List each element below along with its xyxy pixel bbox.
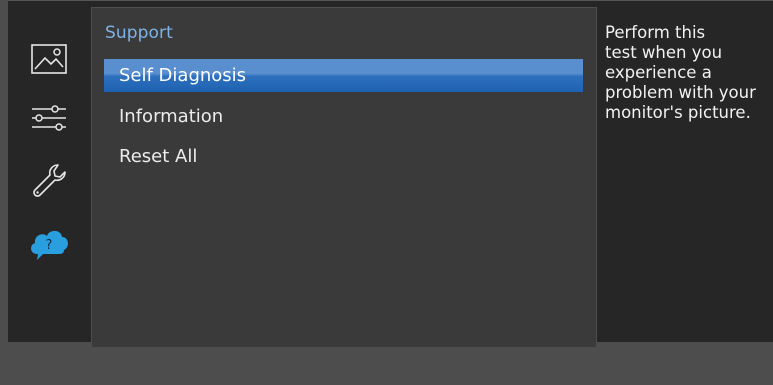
menu-item-self-diagnosis[interactable]: Self Diagnosis bbox=[104, 59, 583, 92]
support-cloud-icon[interactable]: ? bbox=[26, 223, 72, 263]
support-badge: ? bbox=[46, 238, 53, 253]
sidebar: ? bbox=[8, 0, 91, 341]
support-menu-panel: Support Self Diagnosis Information Reset… bbox=[91, 7, 597, 347]
panel-title: Support bbox=[105, 23, 173, 43]
menu-item-label: Self Diagnosis bbox=[119, 65, 247, 86]
picture-icon[interactable] bbox=[26, 39, 72, 79]
menu-item-reset-all[interactable]: Reset All bbox=[104, 140, 583, 173]
wrench-icon[interactable] bbox=[26, 161, 72, 201]
support-cloud-icon-graphic: ? bbox=[31, 230, 68, 260]
menu-item-label: Information bbox=[119, 106, 224, 127]
menu-item-label: Reset All bbox=[119, 146, 198, 167]
picture-icon-graphic bbox=[31, 44, 67, 74]
wrench-icon-graphic bbox=[33, 164, 66, 197]
help-text: Perform this test when you experience a … bbox=[605, 23, 756, 122]
sliders-icon-graphic bbox=[32, 105, 66, 131]
sliders-icon[interactable] bbox=[26, 98, 72, 138]
menu-item-information[interactable]: Information bbox=[104, 100, 583, 133]
